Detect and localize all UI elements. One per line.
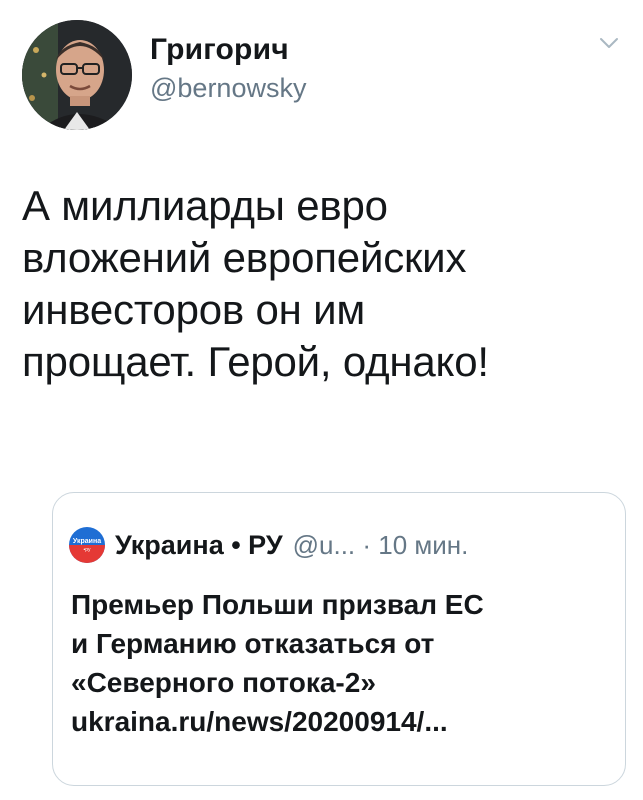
quoted-tweet-text: Премьер Польши призвал ЕС и Германию отк… (71, 589, 484, 737)
quoted-account-meta: @u... · 10 мин. (292, 529, 469, 560)
quoted-tweet-card[interactable]: Украина •ру Украина • РУ @u... · 10 мин.… (52, 492, 626, 786)
quoted-avatar-sublabel: •ру (83, 547, 91, 553)
chevron-down-icon[interactable] (599, 36, 619, 50)
quoted-avatar-label: Украина (72, 538, 102, 545)
quoted-account-avatar[interactable]: Украина •ру (69, 527, 105, 563)
display-name[interactable]: Григорич (150, 32, 306, 68)
avatar-photo (22, 20, 132, 130)
avatar[interactable] (22, 20, 132, 130)
quoted-account-name[interactable]: Украина • РУ (115, 530, 283, 561)
tweet-text: А миллиарды евро вложений европейских ин… (22, 182, 489, 385)
user-handle[interactable]: @bernowsky (150, 72, 306, 104)
quoted-tweet-header: Украина •ру Украина • РУ @u... · 10 мин. (69, 527, 468, 563)
tweet: Григорич @bernowsky А миллиарды евро вло… (0, 0, 643, 800)
author-block[interactable]: Григорич @bernowsky (150, 32, 306, 104)
